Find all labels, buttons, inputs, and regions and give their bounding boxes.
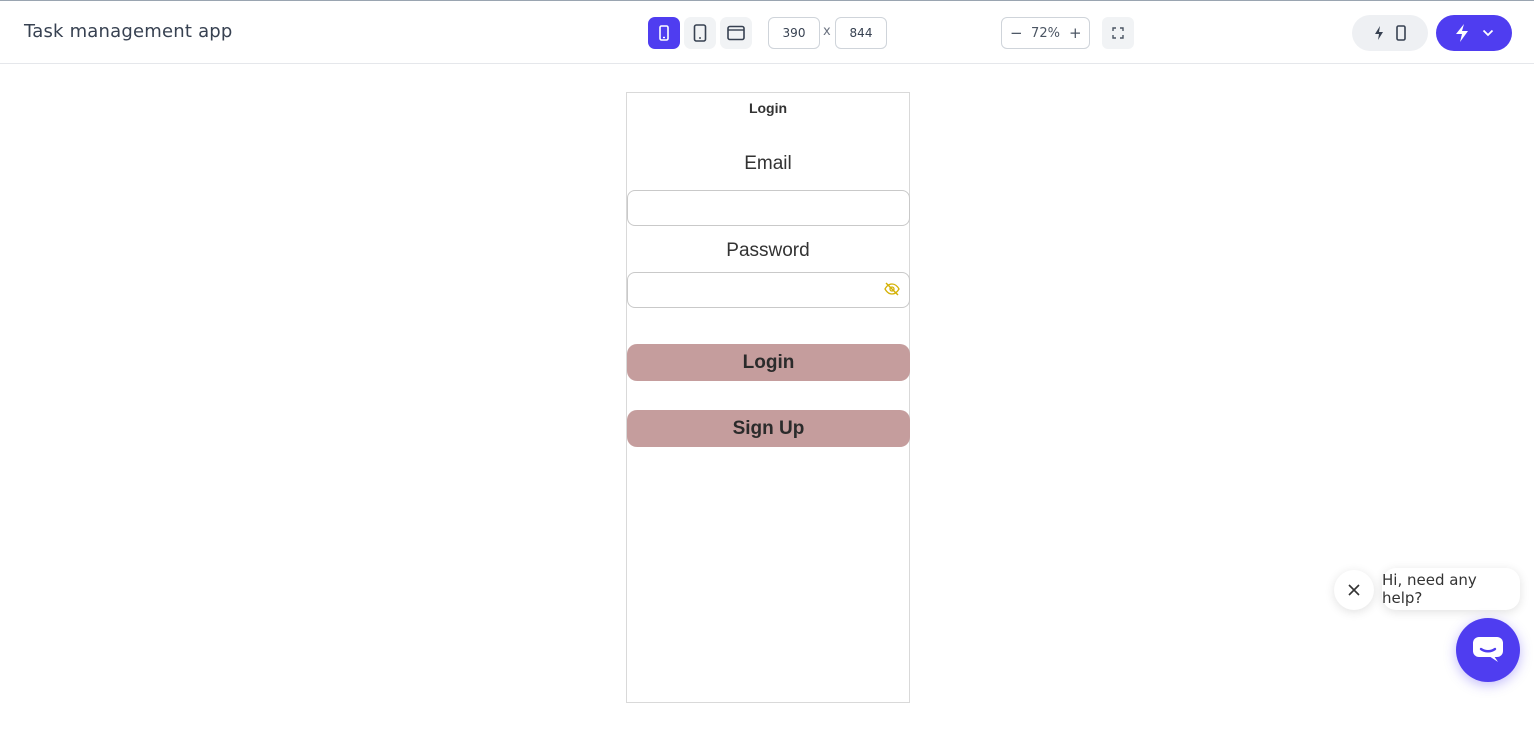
- password-label: Password: [726, 240, 810, 261]
- chat-icon: [1473, 637, 1503, 662]
- zoom-control: − 72% +: [1001, 17, 1090, 49]
- eye-slash-icon[interactable]: [884, 282, 900, 296]
- email-field[interactable]: [627, 190, 910, 226]
- mobile-preview-button[interactable]: [1352, 15, 1428, 51]
- fit-screen-icon: [1112, 27, 1124, 39]
- zoom-out-button[interactable]: −: [1010, 24, 1023, 42]
- close-icon: [1348, 584, 1360, 596]
- chevron-down-icon: [1482, 29, 1494, 37]
- signup-button[interactable]: Sign Up: [627, 410, 910, 447]
- lightning-icon: [1456, 24, 1468, 42]
- desktop-view-button[interactable]: [720, 17, 752, 49]
- fit-screen-button[interactable]: [1102, 17, 1134, 49]
- dimension-separator: x: [823, 24, 831, 39]
- phone-preview-canvas: Login Email Password Login Sign Up: [626, 92, 910, 703]
- help-chat-launcher[interactable]: [1456, 618, 1520, 682]
- run-preview-button[interactable]: [1436, 15, 1512, 51]
- zoom-in-button[interactable]: +: [1069, 24, 1082, 42]
- mobile-view-button[interactable]: [648, 17, 680, 49]
- desktop-icon: [727, 25, 745, 41]
- lightning-icon: [1375, 26, 1383, 40]
- width-input[interactable]: 390: [768, 17, 820, 49]
- email-label: Email: [744, 153, 792, 174]
- login-button[interactable]: Login: [627, 344, 910, 381]
- phone-icon: [659, 25, 669, 41]
- screen-title: Login: [748, 100, 788, 116]
- app-title: Task management app: [24, 21, 233, 42]
- password-field[interactable]: [627, 272, 910, 308]
- help-close-button[interactable]: [1334, 570, 1374, 610]
- phone-icon: [1396, 25, 1406, 41]
- zoom-level: 72%: [1031, 25, 1060, 41]
- height-input[interactable]: 844: [835, 17, 887, 49]
- editor-toolbar: Task management app 390 x 844 − 72% +: [0, 1, 1534, 64]
- tablet-icon: [693, 24, 707, 42]
- help-message[interactable]: Hi, need any help?: [1382, 568, 1520, 610]
- tablet-view-button[interactable]: [684, 17, 716, 49]
